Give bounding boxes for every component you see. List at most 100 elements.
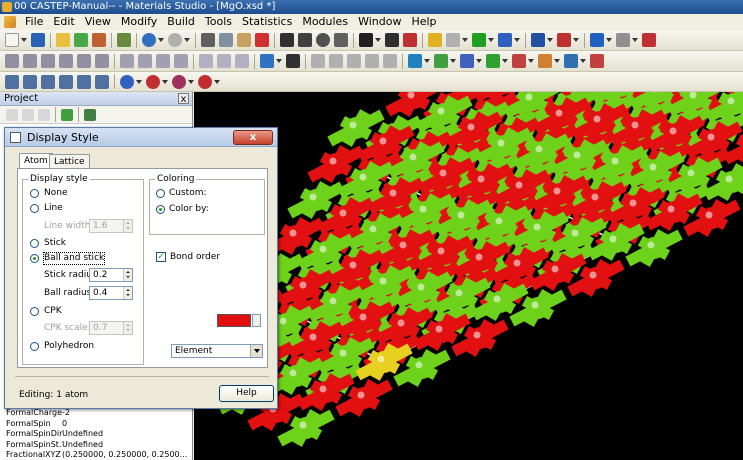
forcite-icon[interactable]	[172, 74, 186, 89]
menu-view[interactable]: View	[80, 14, 116, 30]
nanostructure-icon[interactable]	[512, 54, 526, 68]
step-back-icon[interactable]	[311, 54, 325, 68]
cut-icon[interactable]	[201, 33, 215, 47]
atom-highlight[interactable]	[669, 127, 677, 135]
menu-edit[interactable]: Edit	[48, 14, 79, 30]
project-close-button[interactable]: x	[178, 93, 189, 105]
castep-icon[interactable]	[120, 74, 134, 89]
stick-radius-value[interactable]: 0.2	[90, 269, 123, 281]
new-folder-icon[interactable]	[6, 108, 18, 121]
row-icon[interactable]	[138, 54, 152, 68]
radio-polyhedron[interactable]	[30, 342, 39, 351]
symmetry-dropdown-icon[interactable]	[580, 59, 586, 63]
oxygen-atom[interactable]	[627, 117, 649, 139]
property-row[interactable]: FormalSpinSt... Undefined	[0, 440, 193, 451]
oxygen-atom[interactable]	[285, 225, 307, 247]
atom-highlight[interactable]	[329, 157, 337, 165]
magnesium-atom[interactable]	[567, 225, 589, 247]
magnesium-atom[interactable]	[415, 201, 437, 223]
atom-highlight[interactable]	[725, 175, 733, 183]
atom-highlight[interactable]	[525, 93, 533, 101]
gulp-dropdown-icon[interactable]	[214, 79, 220, 84]
redo-icon[interactable]	[168, 33, 182, 47]
color-icon[interactable]	[642, 33, 656, 47]
chart-icon[interactable]	[199, 54, 213, 68]
atom-highlight[interactable]	[299, 421, 307, 429]
layers-build-icon[interactable]	[538, 54, 552, 68]
oxygen-atom[interactable]	[589, 111, 611, 133]
oxygen-atom[interactable]	[551, 105, 573, 127]
magnesium-atom[interactable]	[645, 159, 667, 181]
oxygen-atom[interactable]	[547, 261, 569, 283]
oxygen-atom[interactable]	[295, 277, 317, 299]
magnesium-atom[interactable]	[413, 279, 435, 301]
display-style-dropdown-icon[interactable]	[276, 59, 282, 63]
oxygen-atom[interactable]	[511, 177, 533, 199]
atom-highlight[interactable]	[419, 205, 427, 213]
dialog-close-button[interactable]: x	[233, 130, 273, 145]
menu-build[interactable]: Build	[162, 14, 200, 30]
magnesium-atom[interactable]	[529, 219, 551, 241]
oxygen-atom[interactable]	[305, 329, 327, 351]
remove-icon[interactable]	[38, 108, 50, 121]
castep-dropdown-icon[interactable]	[136, 79, 142, 84]
spin-down-icon[interactable]	[124, 328, 132, 334]
magnesium-atom[interactable]	[375, 273, 397, 295]
mesostructure-icon[interactable]	[486, 54, 500, 68]
chain-dropdown-icon[interactable]	[488, 38, 494, 42]
magnesium-atom[interactable]	[325, 293, 347, 315]
magnesium-atom[interactable]	[285, 365, 307, 387]
align-right-icon[interactable]	[41, 54, 55, 68]
atom-highlight[interactable]	[309, 193, 317, 201]
atom-highlight[interactable]	[551, 265, 559, 273]
rotate-icon[interactable]	[298, 33, 312, 47]
oxygen-atom[interactable]	[471, 249, 493, 271]
atom-highlight[interactable]	[289, 369, 297, 377]
zoom-icon[interactable]	[316, 33, 330, 47]
magnesium-atom[interactable]	[721, 171, 743, 193]
pan-dropdown-icon[interactable]	[375, 38, 381, 42]
atom-highlight[interactable]	[631, 121, 639, 129]
atom-highlight[interactable]	[417, 283, 425, 291]
oxygen-atom[interactable]	[663, 201, 685, 223]
delete-icon[interactable]	[255, 33, 269, 47]
atom-highlight[interactable]	[667, 205, 675, 213]
ball-radius-value[interactable]: 0.4	[90, 287, 123, 299]
stick-radius-stepper[interactable]: 0.2	[89, 268, 133, 282]
magnesium-atom[interactable]	[345, 117, 367, 139]
oxygen-atom[interactable]	[353, 387, 375, 409]
atom-highlight[interactable]	[329, 297, 337, 305]
list-icon[interactable]	[5, 74, 19, 89]
property-row[interactable]: FractionalXYZ (0.250000, 0.250000, 0.250…	[0, 450, 193, 460]
radio-color-by[interactable]	[156, 205, 165, 214]
oxygen-atom[interactable]	[549, 183, 571, 205]
atom-highlight[interactable]	[611, 157, 619, 165]
oxygen-atom[interactable]	[375, 133, 397, 155]
magnesium-atom[interactable]	[355, 169, 377, 191]
layers-build-dropdown-icon[interactable]	[554, 59, 560, 63]
print-icon[interactable]	[117, 33, 131, 47]
outline-icon[interactable]	[23, 74, 37, 89]
clean-icon[interactable]	[557, 33, 571, 47]
atom-highlight[interactable]	[349, 121, 357, 129]
oxygen-atom[interactable]	[703, 129, 725, 151]
stop-icon[interactable]	[347, 54, 361, 68]
atom-highlight[interactable]	[553, 187, 561, 195]
bond-icon[interactable]	[498, 33, 512, 47]
line-width-stepper[interactable]: 1.6	[89, 219, 133, 233]
redo-dropdown-icon[interactable]	[184, 38, 190, 42]
oxygen-atom[interactable]	[385, 185, 407, 207]
atom-highlight[interactable]	[571, 229, 579, 237]
grid-icon[interactable]	[156, 54, 170, 68]
tab-atom[interactable]: Atom	[19, 153, 53, 169]
atom-highlight[interactable]	[389, 189, 397, 197]
column-icon[interactable]	[120, 54, 134, 68]
symmetry-icon[interactable]	[564, 54, 578, 68]
magnesium-atom[interactable]	[335, 345, 357, 367]
magnesium-atom[interactable]	[531, 141, 553, 163]
oxygen-atom[interactable]	[395, 237, 417, 259]
dialog-title-bar[interactable]: Display Style x	[5, 128, 277, 147]
detail-icon[interactable]	[59, 74, 73, 89]
radio-custom-color[interactable]	[156, 189, 165, 198]
oxygen-atom[interactable]	[335, 205, 357, 227]
